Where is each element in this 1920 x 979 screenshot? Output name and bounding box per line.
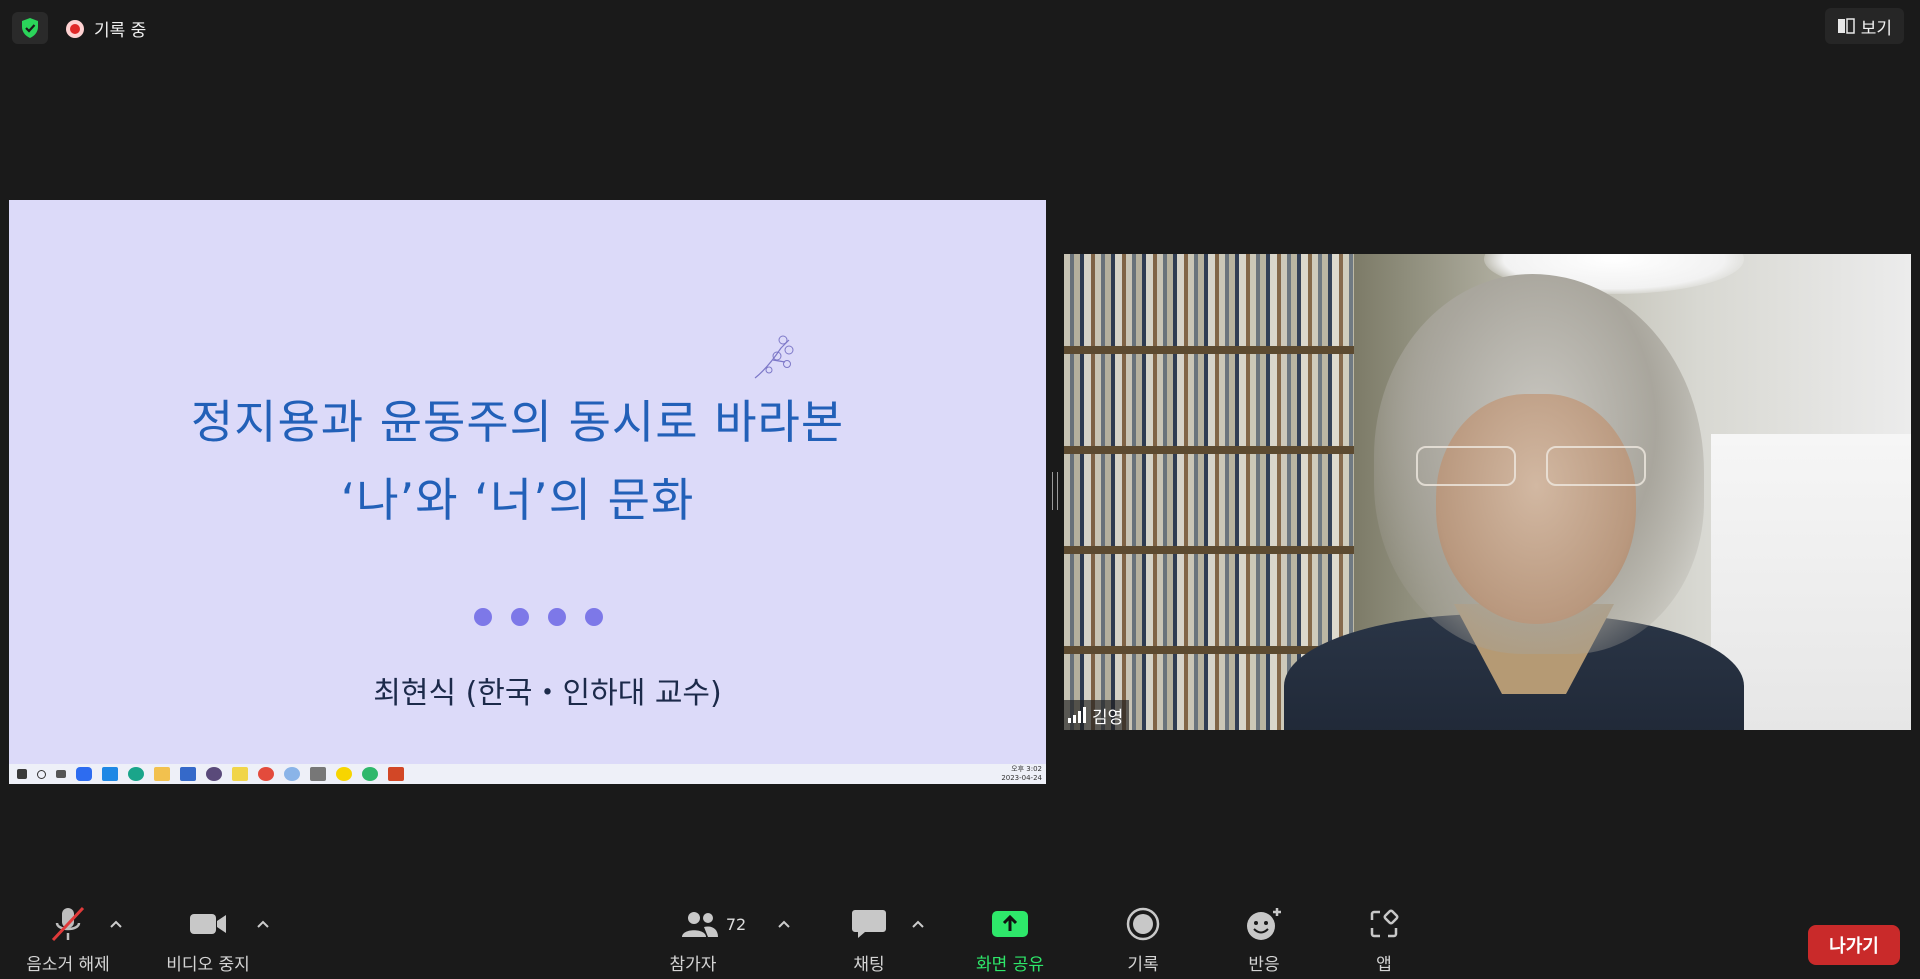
camera-icon — [310, 767, 326, 781]
participants-options-caret-icon[interactable] — [776, 918, 792, 930]
view-label: 보기 — [1860, 18, 1892, 39]
store-icon — [180, 767, 196, 781]
participants-label: 참가자 — [669, 955, 717, 975]
participants-count: 72 — [725, 914, 747, 934]
recording-indicator[interactable]: 기록 중 — [66, 16, 146, 41]
participants-icon — [681, 912, 718, 937]
meeting-toolbar: 음소거 해제 비디오 중지 72 참가자 채팅 화면 공유 기록 반응 앱 — [0, 900, 1920, 979]
reactions-label: 반응 — [1248, 955, 1280, 975]
windows-start-icon — [17, 769, 27, 779]
taskbar-clock: 오후 3:02 2023-04-24 — [1001, 765, 1042, 782]
participants-button[interactable]: 72 참가자 — [643, 900, 783, 975]
video-options-caret-icon[interactable] — [255, 918, 271, 930]
participant-video-tile[interactable]: 김영 — [1064, 254, 1911, 730]
mic-muted-icon — [51, 906, 85, 942]
stop-video-button[interactable]: 비디오 중지 — [148, 900, 268, 975]
security-shield-icon[interactable] — [12, 12, 48, 44]
pane-splitter-handle[interactable] — [1052, 472, 1058, 510]
unmute-label: 음소거 해제 — [26, 955, 110, 975]
decorative-dots — [474, 608, 603, 626]
apps-icon — [1370, 909, 1399, 938]
leave-meeting-button[interactable]: 나가기 — [1808, 925, 1900, 965]
reaction-emoji-icon — [1247, 908, 1281, 940]
powerpoint-icon — [388, 767, 404, 781]
recording-icon — [66, 19, 84, 38]
apps-button[interactable]: 앱 — [1324, 900, 1444, 975]
slide-title-line1: 정지용과 윤동주의 동시로 바라본 — [190, 395, 845, 449]
audio-options-caret-icon[interactable] — [108, 918, 124, 930]
folder-icon — [154, 767, 170, 781]
share-screen-button[interactable]: 화면 공유 — [950, 900, 1070, 975]
blossom-branch-icon — [754, 335, 794, 379]
app-icon — [362, 767, 378, 781]
apps-label: 앱 — [1376, 955, 1392, 975]
signal-strength-icon — [1068, 707, 1086, 723]
stop-video-label: 비디오 중지 — [166, 955, 250, 975]
chat-button[interactable]: 채팅 — [809, 900, 929, 975]
shared-screen: 정지용과 윤동주의 동시로 바라본 ‘나’와 ‘너’의 문화 최현식 (한국・인… — [9, 200, 1046, 784]
record-button[interactable]: 기록 — [1083, 900, 1203, 975]
app-icon — [102, 767, 118, 781]
shared-taskbar: 오후 3:02 2023-04-24 — [9, 764, 1046, 784]
kakaotalk-icon — [336, 767, 352, 781]
zoom-app-icon — [76, 767, 92, 781]
slide-title-line2: ‘나’와 ‘너’의 문화 — [340, 473, 695, 527]
app-icon — [232, 767, 248, 781]
share-screen-icon — [992, 911, 1028, 937]
chat-label: 채팅 — [853, 955, 885, 975]
participant-name: 김영 — [1092, 707, 1124, 728]
chat-options-caret-icon[interactable] — [910, 918, 926, 930]
record-icon — [1126, 907, 1160, 941]
chrome-icon — [258, 767, 274, 781]
view-button[interactable]: 보기 — [1824, 8, 1904, 44]
app-icon — [206, 767, 222, 781]
record-label: 기록 — [1127, 955, 1159, 975]
search-icon — [37, 769, 46, 779]
participant-face — [1436, 394, 1636, 624]
task-view-icon — [56, 770, 66, 778]
participant-name-tag: 김영 — [1064, 700, 1130, 730]
share-screen-label: 화면 공유 — [976, 955, 1044, 975]
unmute-button[interactable]: 음소거 해제 — [8, 900, 128, 975]
reactions-button[interactable]: 반응 — [1204, 900, 1324, 975]
edge-icon — [128, 767, 144, 781]
app-icon — [284, 767, 300, 781]
slide-author: 최현식 (한국・인하대 교수) — [373, 676, 722, 711]
video-camera-icon — [190, 914, 226, 934]
view-layout-icon — [1837, 18, 1855, 34]
chat-bubble-icon — [852, 910, 886, 938]
recording-label: 기록 중 — [94, 21, 147, 41]
